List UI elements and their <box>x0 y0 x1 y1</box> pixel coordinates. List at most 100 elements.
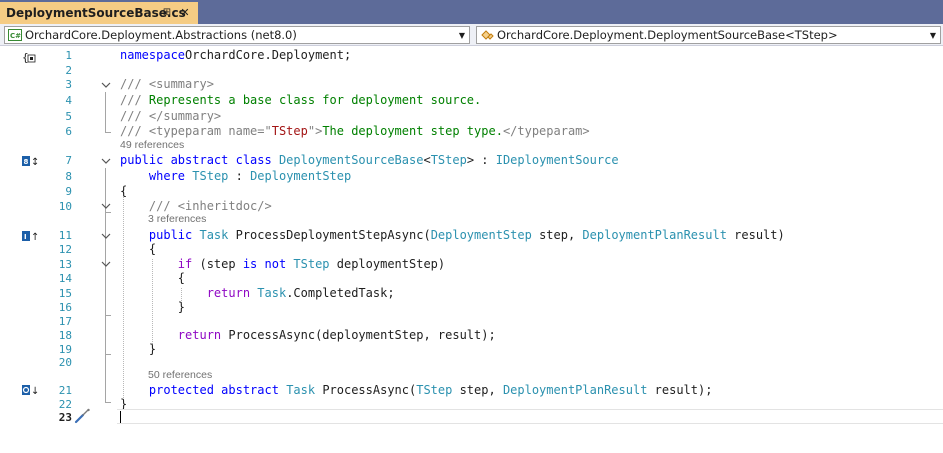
code-token: TStep <box>192 169 229 183</box>
line-number: 20 <box>58 356 72 369</box>
code-token: result); <box>647 383 713 397</box>
code-text: protected abstract Task ProcessAsync(TSt… <box>120 383 713 398</box>
code-line: 1 namespaceOrchardCore.Deployment; <box>0 48 943 63</box>
text-caret <box>120 411 121 423</box>
code-token: } <box>120 300 186 314</box>
type-dropdown-value: OrchardCore.Deployment.DeploymentSourceB… <box>497 28 838 42</box>
line-number: 14 <box>58 272 72 285</box>
project-dropdown-value: OrchardCore.Deployment.Abstractions (net… <box>25 28 297 42</box>
code-text: } <box>120 300 185 315</box>
code-token: <summary> <box>148 77 214 91</box>
navigation-bar: C# OrchardCore.Deployment.Abstractions (… <box>0 24 943 46</box>
code-text: /// <inheritdoc/> <box>120 199 272 214</box>
code-token: return <box>206 286 258 300</box>
code-line: 3 /// <summary> <box>0 77 943 92</box>
chevron-down-icon[interactable]: ▼ <box>455 31 469 40</box>
code-token: result) <box>726 228 785 242</box>
code-token: ProcessDeploymentStepAsync( <box>235 228 431 242</box>
line-number: 3 <box>65 78 72 91</box>
line-number: 6 <box>65 125 72 138</box>
line-number: 1 <box>65 49 72 62</box>
code-line: 4 /// Represents a base class for deploym… <box>0 93 943 108</box>
code-token: /// <box>120 109 149 123</box>
project-dropdown[interactable]: C# OrchardCore.Deployment.Abstractions (… <box>4 26 470 44</box>
code-text: public abstract class DeploymentSourceBa… <box>120 153 619 168</box>
code-token: <typeparam name=" <box>148 124 272 138</box>
code-token: IDeploymentSource <box>495 153 619 167</box>
code-token: TStep <box>271 124 308 138</box>
code-token: { <box>120 242 157 256</box>
code-line: 15 return Task.CompletedTask; <box>0 286 943 301</box>
code-text: if (step is not TStep deploymentStep) <box>120 257 445 272</box>
code-line: 12 { <box>0 242 943 257</box>
line-number: 21 <box>58 384 72 397</box>
code-token: step, <box>452 383 503 397</box>
code-text: return ProcessAsync(deploymentStep, resu… <box>120 328 496 343</box>
type-dropdown[interactable]: OrchardCore.Deployment.DeploymentSourceB… <box>476 26 941 44</box>
code-line: 7 public abstract class DeploymentSourceB… <box>0 153 943 168</box>
code-token: OrchardCore.Deployment; <box>185 48 352 62</box>
code-line: 10 /// <inheritdoc/> <box>0 199 943 214</box>
line-number: 23 <box>58 411 72 424</box>
code-token: /// <box>120 124 149 138</box>
code-token: </typeparam> <box>502 124 590 138</box>
code-token: public abstract class <box>120 153 279 167</box>
code-token: "> <box>307 124 323 138</box>
line-number: 16 <box>58 301 72 314</box>
code-line: 9{ <box>0 184 943 199</box>
codelens-references[interactable]: 49 references <box>120 139 184 151</box>
code-token: : <box>228 169 251 183</box>
code-line: 21 protected abstract Task ProcessAsync(… <box>0 383 943 398</box>
line-number: 15 <box>58 287 72 300</box>
code-token: </summary> <box>148 109 222 123</box>
codelens-references[interactable]: 50 references <box>148 369 212 381</box>
code-text: public Task ProcessDeploymentStepAsync(D… <box>120 228 785 243</box>
code-token: ProcessAsync(deploymentStep, result); <box>228 328 496 342</box>
code-token: ProcessAsync( <box>322 383 417 397</box>
codelens-references[interactable]: 3 references <box>148 213 206 225</box>
code-line: 6 /// <typeparam name="TStep">The deploym… <box>0 124 943 139</box>
line-number: 13 <box>58 258 72 271</box>
code-line: 17 <box>0 314 943 329</box>
code-token: Task <box>199 228 236 242</box>
code-text: /// <summary> <box>120 77 214 92</box>
quick-actions-screwdriver-icon[interactable] <box>74 408 92 424</box>
code-text: /// </summary> <box>120 109 221 124</box>
code-token: if <box>177 257 193 271</box>
code-text: { <box>120 242 156 257</box>
code-token: /// <inheritdoc/> <box>148 199 272 213</box>
code-text: { <box>120 184 127 199</box>
document-tab[interactable]: DeploymentSourceBase.cs ⊞ ✕ <box>0 2 198 24</box>
pin-icon[interactable]: ⊞ <box>160 6 174 20</box>
code-token: DeploymentPlanResult <box>502 383 648 397</box>
code-token: > : <box>466 153 496 167</box>
line-number: 11 <box>58 229 72 242</box>
code-token: where <box>148 169 193 183</box>
code-token: return <box>177 328 229 342</box>
code-line: 8 where TStep : DeploymentStep <box>0 169 943 184</box>
line-number: 9 <box>65 185 72 198</box>
code-token: DeploymentSourceBase <box>278 153 424 167</box>
line-number: 7 <box>65 154 72 167</box>
code-text: return Task.CompletedTask; <box>120 286 395 301</box>
code-line: 23 <box>0 410 943 425</box>
code-token: Task <box>286 383 323 397</box>
code-token: The deployment step type. <box>322 124 503 138</box>
code-editor[interactable]: { 8 ↕ I ↑ ↓ 49 references 3 references 5… <box>0 46 943 453</box>
code-line: 14 { <box>0 271 943 286</box>
line-number: 2 <box>65 64 72 77</box>
code-line: 20 <box>0 355 943 370</box>
close-icon[interactable]: ✕ <box>178 6 192 20</box>
code-token: protected abstract <box>148 383 287 397</box>
code-token: Task <box>257 286 287 300</box>
code-token: DeploymentStep <box>430 228 532 242</box>
line-number: 8 <box>65 170 72 183</box>
chevron-down-icon[interactable]: ▼ <box>926 31 940 40</box>
line-number: 10 <box>58 200 72 213</box>
